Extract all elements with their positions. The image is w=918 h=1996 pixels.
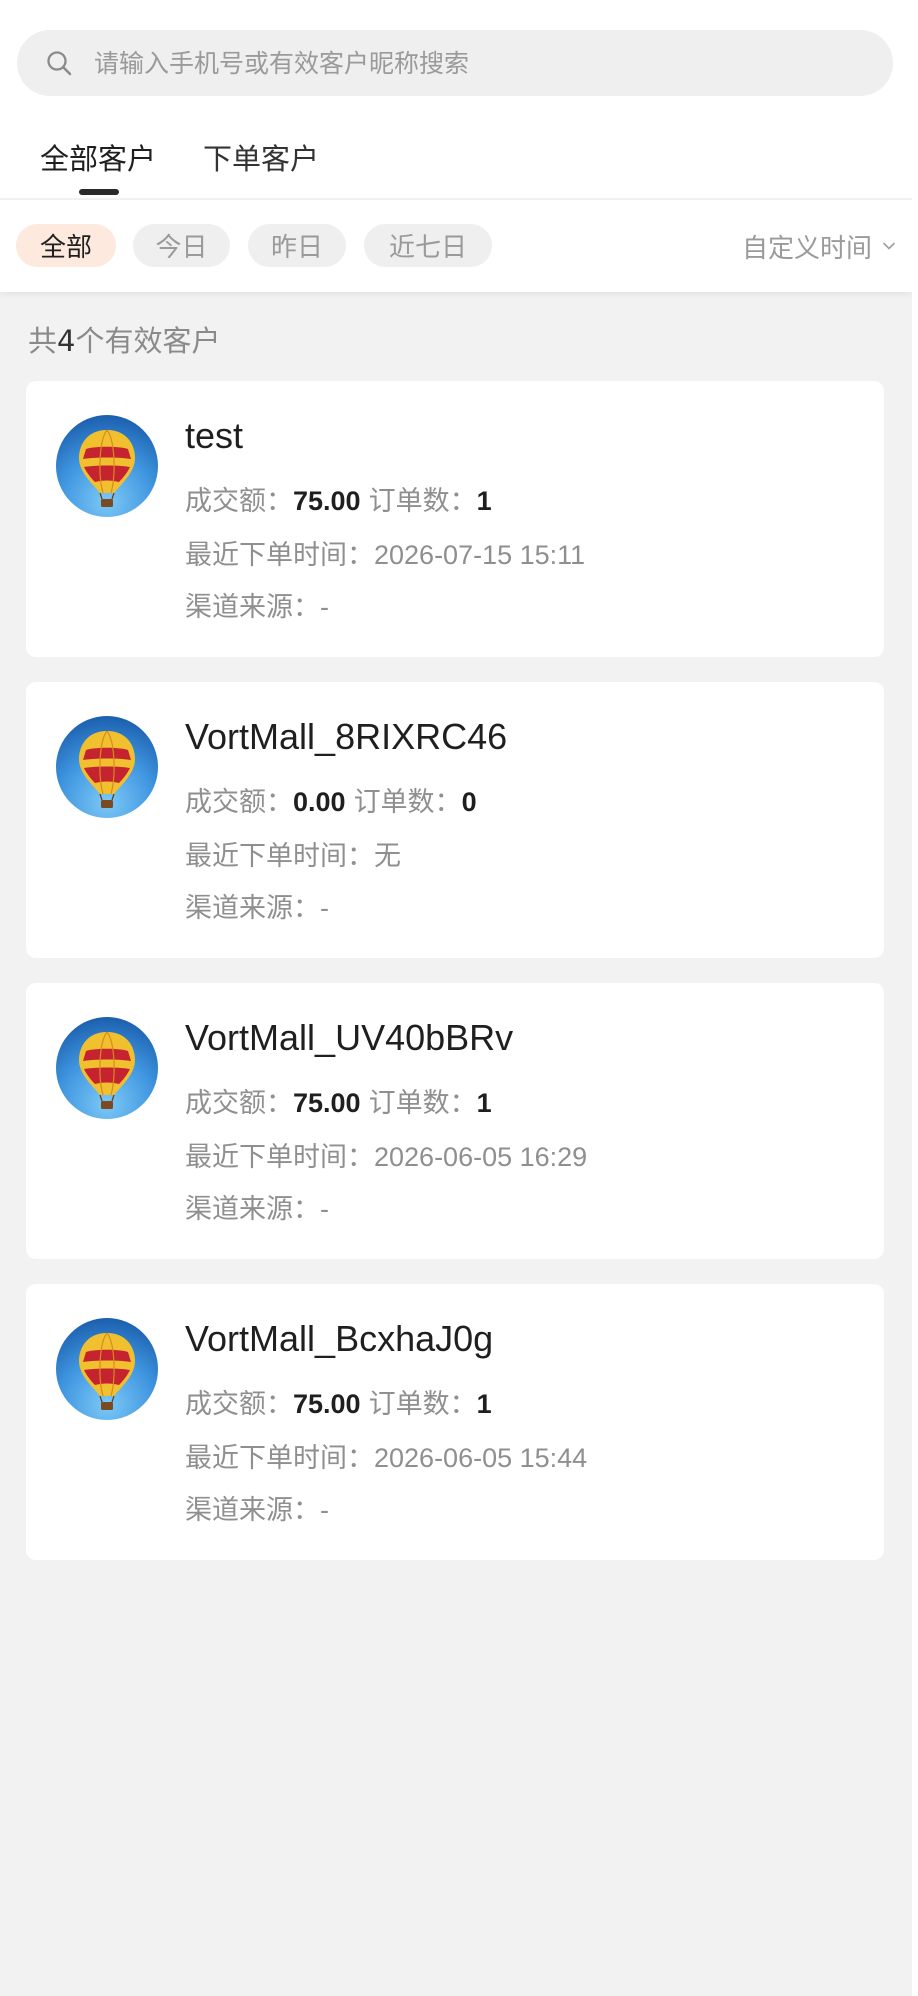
avatar <box>56 716 158 818</box>
channel-row: 渠道来源：- <box>185 585 329 624</box>
amount-value: 0.00 <box>293 787 346 817</box>
amount-label: 成交额： <box>185 1088 293 1118</box>
last-order-value: 无 <box>374 841 401 871</box>
customer-card[interactable]: VortMall_8RIXRC46 成交额：0.00 订单数：0 最近下单时间：无… <box>26 682 884 958</box>
channel-row: 渠道来源：- <box>185 1187 329 1226</box>
customer-list-page: 全部客户 下单客户 全部 今日 昨日 近七日 自定义时间 共4个有效客户 <box>0 0 912 1996</box>
channel-row: 渠道来源：- <box>185 886 329 925</box>
customer-card[interactable]: test 成交额：75.00 订单数：1 最近下单时间：2026-07-15 15… <box>26 381 884 657</box>
orders-value: 0 <box>461 787 477 817</box>
channel-value: - <box>320 592 329 622</box>
customer-name: VortMall_UV40bBRv <box>185 1017 514 1058</box>
customer-count: 共4个有效客户 <box>28 318 220 360</box>
orders-label: 订单数： <box>368 1389 477 1419</box>
orders-label: 订单数： <box>368 486 477 516</box>
right-edge-strip <box>912 0 918 1996</box>
amount-orders-row: 成交额：0.00 订单数：0 <box>185 780 477 819</box>
filter-bar: 全部 今日 昨日 近七日 自定义时间 <box>0 200 912 292</box>
channel-label: 渠道来源： <box>185 1495 320 1525</box>
orders-label: 订单数： <box>368 1088 477 1118</box>
search-icon <box>47 51 72 76</box>
last-order-row: 最近下单时间：2026-06-05 15:44 <box>185 1436 587 1475</box>
amount-orders-row: 成交额：75.00 订单数：1 <box>185 1081 492 1120</box>
count-prefix: 共 <box>28 324 58 358</box>
custom-time-label: 自定义时间 <box>741 233 872 264</box>
channel-value: - <box>320 1495 329 1525</box>
count-suffix: 个有效客户 <box>75 324 221 358</box>
filter-chip-yesterday[interactable]: 昨日 <box>248 224 346 267</box>
amount-value: 75.00 <box>293 1088 361 1118</box>
customer-name: VortMall_BcxhaJ0g <box>185 1318 494 1359</box>
last-order-value: 2026-07-15 15:11 <box>374 540 586 570</box>
amount-label: 成交额： <box>185 1389 293 1419</box>
customer-name: VortMall_8RIXRC46 <box>185 716 508 757</box>
amount-orders-row: 成交额：75.00 订单数：1 <box>185 1382 492 1421</box>
customer-card[interactable]: VortMall_UV40bBRv 成交额：75.00 订单数：1 最近下单时间：… <box>26 983 884 1259</box>
count-number: 4 <box>57 324 76 358</box>
last-order-label: 最近下单时间： <box>185 540 374 570</box>
hot-air-balloon-icon <box>56 716 158 818</box>
amount-value: 75.00 <box>293 486 361 516</box>
customer-name: test <box>185 415 244 456</box>
avatar <box>56 1017 158 1119</box>
search-bar[interactable] <box>17 30 893 96</box>
filter-chip-last-seven-days[interactable]: 近七日 <box>364 224 492 267</box>
avatar <box>56 1318 158 1420</box>
header: 全部客户 下单客户 <box>0 0 912 198</box>
last-order-label: 最近下单时间： <box>185 1142 374 1172</box>
last-order-label: 最近下单时间： <box>185 841 374 871</box>
last-order-value: 2026-06-05 15:44 <box>374 1443 588 1473</box>
orders-label: 订单数： <box>353 787 462 817</box>
app-root: 全部客户 下单客户 全部 今日 昨日 近七日 自定义时间 共4个有效客户 <box>0 0 918 1996</box>
tab-bar: 全部客户 下单客户 <box>0 124 912 198</box>
chevron-down-icon <box>883 242 895 250</box>
hot-air-balloon-icon <box>56 1318 158 1420</box>
hot-air-balloon-icon <box>56 1017 158 1119</box>
channel-label: 渠道来源： <box>185 893 320 923</box>
active-tab-indicator <box>79 189 119 195</box>
channel-row: 渠道来源：- <box>185 1488 329 1527</box>
channel-label: 渠道来源： <box>185 1194 320 1224</box>
amount-value: 75.00 <box>293 1389 361 1419</box>
customer-card[interactable]: VortMall_BcxhaJ0g 成交额：75.00 订单数：1 最近下单时间：… <box>26 1284 884 1560</box>
last-order-row: 最近下单时间：2026-07-15 15:11 <box>185 533 585 572</box>
last-order-row: 最近下单时间：无 <box>185 834 401 873</box>
orders-value: 1 <box>476 486 492 516</box>
custom-time-dropdown[interactable]: 自定义时间 <box>742 226 896 266</box>
avatar <box>56 415 158 517</box>
last-order-row: 最近下单时间：2026-06-05 16:29 <box>185 1135 587 1174</box>
filter-chip-today[interactable]: 今日 <box>133 224 230 267</box>
filter-chip-all[interactable]: 全部 <box>16 224 116 267</box>
amount-label: 成交额： <box>185 787 293 817</box>
last-order-value: 2026-06-05 16:29 <box>374 1142 588 1172</box>
tab-all-customers[interactable]: 全部客户 <box>40 136 156 178</box>
channel-value: - <box>320 893 329 923</box>
amount-label: 成交额： <box>185 486 293 516</box>
orders-value: 1 <box>476 1389 492 1419</box>
search-input[interactable] <box>94 30 864 96</box>
orders-value: 1 <box>476 1088 492 1118</box>
amount-orders-row: 成交额：75.00 订单数：1 <box>185 479 492 518</box>
tab-ordered-customers[interactable]: 下单客户 <box>203 136 319 178</box>
last-order-label: 最近下单时间： <box>185 1443 374 1473</box>
hot-air-balloon-icon <box>56 415 158 517</box>
channel-label: 渠道来源： <box>185 592 320 622</box>
channel-value: - <box>320 1194 329 1224</box>
